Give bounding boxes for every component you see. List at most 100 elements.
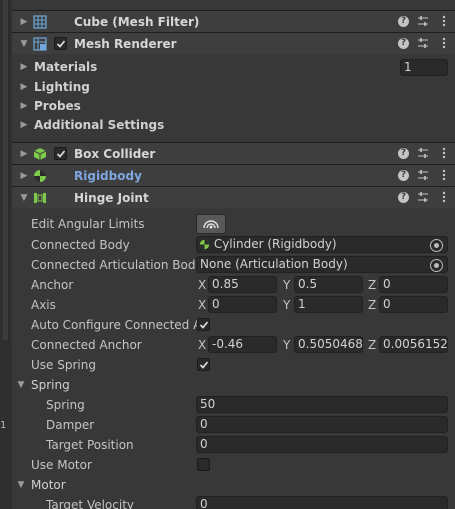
- z-axis-label: Z: [368, 298, 377, 312]
- left-panel-strip: 1: [0, 0, 12, 509]
- foldout-additional-settings[interactable]: ▶ Additional Settings: [12, 115, 165, 135]
- component-title: Mesh Renderer: [74, 36, 177, 51]
- field-value: Cylinder (Rigidbody): [213, 237, 337, 251]
- component-title: Rigidbody: [74, 168, 142, 183]
- left-scrollbar[interactable]: [3, 0, 9, 340]
- auto-configure-row: Auto Configure Connected Ar: [12, 315, 455, 335]
- mesh-renderer-icon: [32, 36, 48, 52]
- connected-anchor-z-field[interactable]: 0.0056152:: [379, 336, 448, 353]
- foldout-arrow-icon[interactable]: ▶: [16, 171, 32, 181]
- materials-count-field[interactable]: 1: [400, 59, 448, 76]
- component-header-hinge-joint[interactable]: ▼ Hinge Joint ?: [12, 186, 455, 208]
- anchor-y-field[interactable]: 0.5: [294, 276, 363, 293]
- kebab-menu-icon[interactable]: [437, 14, 451, 28]
- presets-icon[interactable]: [416, 36, 430, 50]
- axis-y-field[interactable]: 1: [294, 296, 363, 313]
- spring-value-field[interactable]: 50: [196, 396, 448, 413]
- x-axis-label: X: [198, 278, 207, 292]
- anchor-x-field[interactable]: 0.85: [208, 276, 277, 293]
- component-title: Box Collider: [74, 146, 156, 161]
- object-picker-icon[interactable]: [430, 239, 443, 252]
- property-label: Target Velocity: [46, 498, 135, 509]
- help-icon[interactable]: ?: [398, 37, 409, 49]
- foldout-probes[interactable]: ▶ Probes: [12, 96, 81, 116]
- edit-angular-limits-button[interactable]: [196, 214, 226, 234]
- foldout-spring[interactable]: ▼ Spring: [12, 375, 70, 395]
- object-picker-icon[interactable]: [430, 259, 443, 272]
- connected-body-row: Connected Body Cylinder (Rigidbody): [12, 235, 455, 255]
- component-header-rigidbody[interactable]: ▶ Rigidbody ?: [12, 164, 455, 186]
- z-axis-label: Z: [368, 338, 377, 352]
- component-header-mesh-filter[interactable]: ▶ Cube (Mesh Filter) ?: [12, 10, 455, 32]
- target-position-row: Target Position 0: [12, 435, 455, 455]
- property-label: Edit Angular Limits: [31, 217, 145, 231]
- spring-row: Spring 50: [12, 395, 455, 415]
- presets-icon[interactable]: [416, 190, 430, 204]
- auto-configure-checkbox[interactable]: [197, 318, 210, 331]
- property-label: Auto Configure Connected Ar: [31, 318, 197, 332]
- kebab-menu-icon[interactable]: [437, 190, 451, 204]
- help-icon[interactable]: ?: [398, 191, 409, 203]
- y-axis-label: Y: [283, 278, 291, 292]
- target-velocity-field[interactable]: 0: [196, 496, 448, 509]
- y-axis-label: Y: [283, 338, 291, 352]
- foldout-arrow-icon[interactable]: ▼: [16, 39, 32, 49]
- help-icon[interactable]: ?: [398, 15, 409, 27]
- component-title: Cube (Mesh Filter): [74, 14, 200, 29]
- property-label: Use Spring: [31, 358, 96, 372]
- foldout-arrow-icon[interactable]: ▶: [16, 82, 32, 92]
- connected-anchor-x-field[interactable]: -0.46: [208, 336, 277, 353]
- foldout-arrow-icon[interactable]: ▼: [13, 480, 29, 490]
- edit-angular-limits-row: Edit Angular Limits: [12, 212, 455, 236]
- kebab-menu-icon[interactable]: [437, 146, 451, 160]
- grid-icon: [32, 14, 48, 30]
- kebab-menu-icon[interactable]: [437, 36, 451, 50]
- presets-icon[interactable]: [416, 14, 430, 28]
- inspector-panel: ▶ Cube (Mesh Filter) ? ▼ Mesh Renderer ?…: [12, 0, 455, 509]
- foldout-arrow-icon[interactable]: ▶: [16, 120, 32, 130]
- presets-icon[interactable]: [416, 146, 430, 160]
- presets-icon[interactable]: [416, 168, 430, 182]
- anchor-z-field[interactable]: 0: [379, 276, 448, 293]
- x-axis-label: X: [198, 338, 207, 352]
- use-motor-checkbox[interactable]: [197, 458, 210, 471]
- target-velocity-row: Target Velocity 0: [12, 495, 455, 509]
- foldout-lighting[interactable]: ▶ Lighting: [12, 77, 90, 97]
- property-label: Connected Anchor: [31, 338, 142, 352]
- z-axis-label: Z: [368, 278, 377, 292]
- foldout-arrow-icon[interactable]: ▶: [16, 149, 32, 159]
- enabled-checkbox[interactable]: [54, 147, 67, 160]
- connected-anchor-y-field[interactable]: 0.5050468: [294, 336, 363, 353]
- foldout-label: Probes: [34, 99, 81, 113]
- component-header-box-collider[interactable]: ▶ Box Collider ?: [12, 142, 455, 164]
- enabled-checkbox[interactable]: [54, 37, 67, 50]
- foldout-arrow-icon[interactable]: ▼: [16, 193, 32, 203]
- help-icon[interactable]: ?: [398, 147, 409, 159]
- anchor-row: Anchor X 0.85 Y 0.5 Z 0: [12, 275, 455, 295]
- help-icon[interactable]: ?: [398, 169, 409, 181]
- foldout-arrow-icon[interactable]: ▶: [16, 101, 32, 111]
- property-label: Target Position: [46, 438, 134, 452]
- damper-value-field[interactable]: 0: [196, 416, 448, 433]
- foldout-motor[interactable]: ▼ Motor: [12, 475, 66, 495]
- hinge-joint-icon: [32, 190, 48, 206]
- component-header-mesh-renderer[interactable]: ▼ Mesh Renderer ?: [12, 32, 455, 54]
- field-value: None (Articulation Body): [200, 257, 348, 271]
- axis-x-field[interactable]: 0: [208, 296, 277, 313]
- left-strip-text: 1: [0, 420, 7, 431]
- connected-articulation-body-field[interactable]: None (Articulation Body): [196, 256, 448, 273]
- foldout-label: Spring: [31, 378, 70, 392]
- axis-z-field[interactable]: 0: [379, 296, 448, 313]
- use-spring-checkbox[interactable]: [197, 358, 210, 371]
- connected-articulation-body-row: Connected Articulation Body None (Articu…: [12, 255, 455, 275]
- property-label: Spring: [46, 398, 85, 412]
- use-motor-row: Use Motor: [12, 455, 455, 475]
- foldout-arrow-icon[interactable]: ▶: [16, 17, 32, 27]
- target-position-field[interactable]: 0: [196, 436, 448, 453]
- x-axis-label: X: [198, 298, 207, 312]
- foldout-arrow-icon[interactable]: ▼: [13, 380, 29, 390]
- kebab-menu-icon[interactable]: [437, 168, 451, 182]
- foldout-materials[interactable]: ▶ Materials: [12, 57, 98, 77]
- connected-body-field[interactable]: Cylinder (Rigidbody): [196, 236, 448, 253]
- foldout-arrow-icon[interactable]: ▶: [16, 62, 32, 72]
